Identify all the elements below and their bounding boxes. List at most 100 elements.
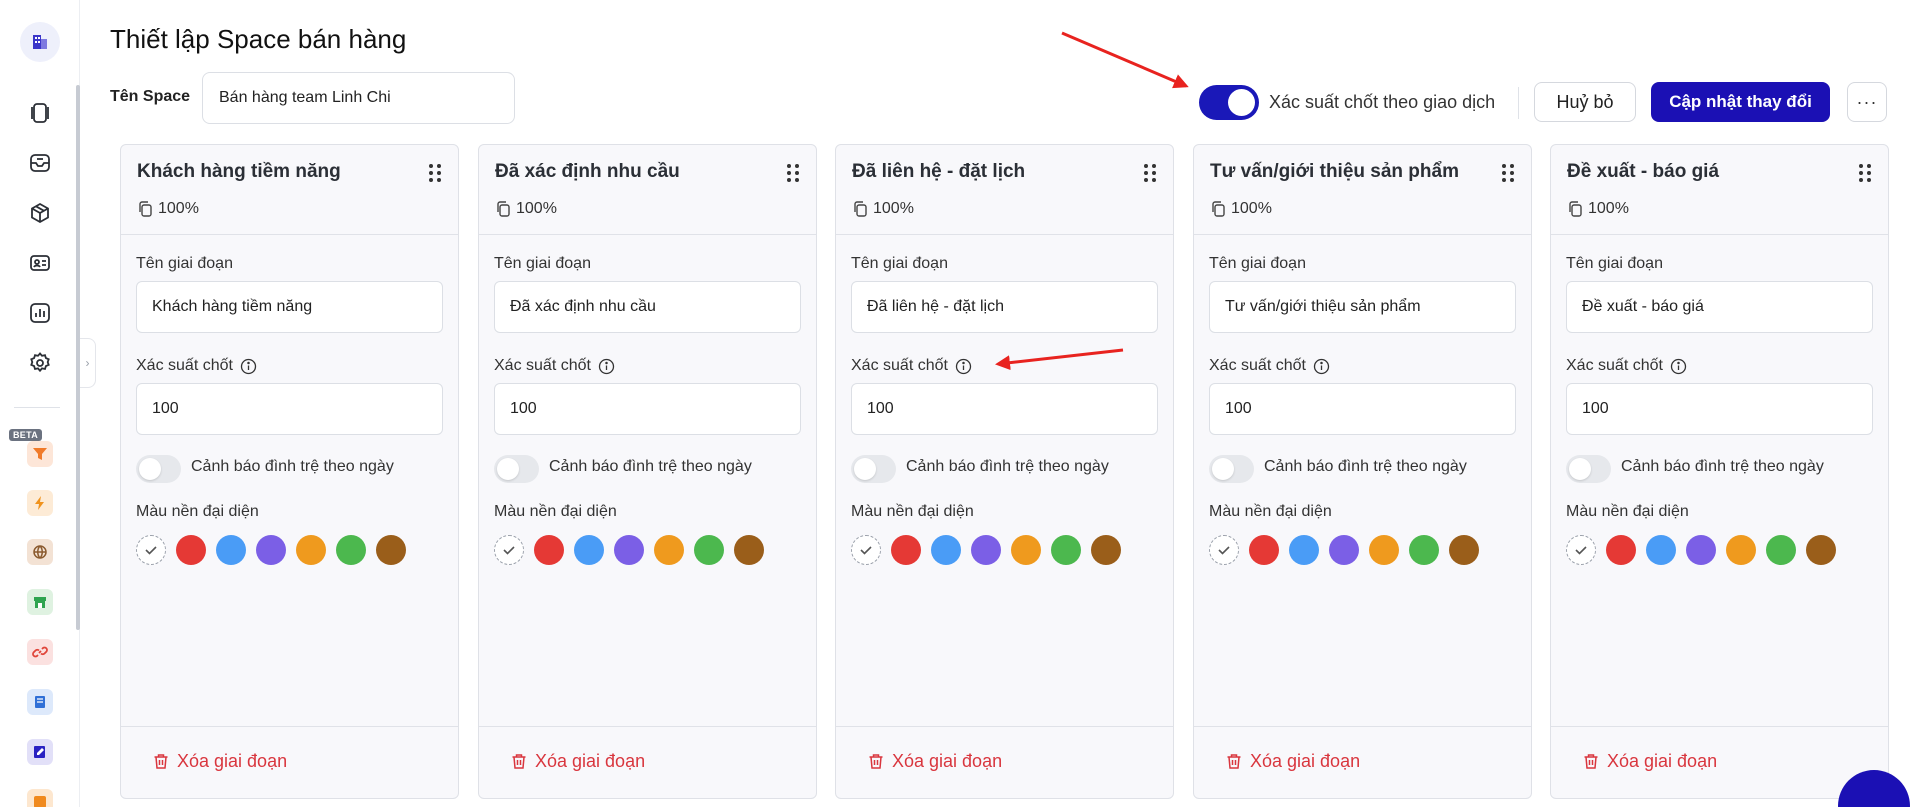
color-swatch[interactable]	[734, 535, 764, 565]
building-icon	[33, 35, 47, 49]
sidebar-collapse-toggle[interactable]: ›	[80, 338, 96, 388]
drag-handle-icon[interactable]	[786, 163, 800, 183]
probability-input[interactable]	[1566, 383, 1873, 435]
package-icon[interactable]	[25, 198, 55, 228]
stagnation-warning-toggle[interactable]	[494, 455, 539, 483]
color-swatch[interactable]	[1726, 535, 1756, 565]
delete-stage-button[interactable]: Xóa giai đoạn	[1226, 751, 1360, 772]
book-app-icon[interactable]	[27, 689, 53, 715]
color-swatch[interactable]	[1011, 535, 1041, 565]
probability-input[interactable]	[136, 383, 443, 435]
probability-input[interactable]	[851, 383, 1158, 435]
color-label-text: Màu nền đại diện	[1566, 503, 1689, 520]
deal-probability-toggle[interactable]	[1199, 85, 1259, 120]
info-icon[interactable]	[240, 358, 257, 375]
color-swatch[interactable]	[534, 535, 564, 565]
globe-app-icon[interactable]	[27, 539, 53, 565]
swatch-none[interactable]	[1209, 535, 1239, 565]
delete-stage-label: Xóa giai đoạn	[535, 751, 646, 771]
color-swatch[interactable]	[1766, 535, 1796, 565]
delete-stage-button[interactable]: Xóa giai đoạn	[153, 751, 287, 772]
delete-stage-button[interactable]: Xóa giai đoạn	[868, 751, 1002, 772]
stage-name-input[interactable]	[851, 281, 1158, 333]
color-swatch[interactable]	[336, 535, 366, 565]
color-swatch[interactable]	[931, 535, 961, 565]
drag-handle-icon[interactable]	[428, 163, 442, 183]
drag-handle-icon[interactable]	[1143, 163, 1157, 183]
swatch-none[interactable]	[1566, 535, 1596, 565]
update-changes-button[interactable]: Cập nhật thay đổi	[1651, 82, 1830, 122]
color-swatch[interactable]	[1606, 535, 1636, 565]
funnel-app-icon[interactable]	[27, 441, 53, 467]
settings-gear-icon[interactable]	[25, 348, 55, 378]
stagnation-warning-toggle[interactable]	[1209, 455, 1254, 483]
check-icon	[503, 546, 515, 555]
stage-name-input[interactable]	[494, 281, 801, 333]
color-swatch[interactable]	[1091, 535, 1121, 565]
workspace-logo[interactable]	[20, 22, 60, 62]
stage-card: Đã xác định nhu cầu 100% Tên giai đoạn Xác …	[478, 144, 817, 799]
color-swatch[interactable]	[296, 535, 326, 565]
swatch-none[interactable]	[136, 535, 166, 565]
contact-card-icon[interactable]	[25, 248, 55, 278]
color-swatch[interactable]	[971, 535, 1001, 565]
cancel-button[interactable]: Huỷ bỏ	[1534, 82, 1636, 122]
stagnation-warning-toggle[interactable]	[136, 455, 181, 483]
color-label: Màu nền đại diện	[136, 503, 259, 521]
drag-handle-icon[interactable]	[1858, 163, 1872, 183]
color-swatch[interactable]	[1369, 535, 1399, 565]
edit-note-app-icon[interactable]	[27, 739, 53, 765]
stage-percent-value: 100%	[158, 200, 199, 217]
color-swatch[interactable]	[891, 535, 921, 565]
color-swatch[interactable]	[1686, 535, 1716, 565]
color-label: Màu nền đại diện	[494, 503, 617, 521]
orange-app-icon[interactable]	[27, 789, 53, 807]
color-swatch[interactable]	[1051, 535, 1081, 565]
color-swatch[interactable]	[694, 535, 724, 565]
color-swatch[interactable]	[654, 535, 684, 565]
link-app-icon[interactable]	[27, 639, 53, 665]
report-chart-icon[interactable]	[25, 298, 55, 328]
color-swatch[interactable]	[176, 535, 206, 565]
stage-name-input[interactable]	[1566, 281, 1873, 333]
swatch-none[interactable]	[851, 535, 881, 565]
probability-input[interactable]	[494, 383, 801, 435]
swatch-none[interactable]	[494, 535, 524, 565]
drag-handle-icon[interactable]	[1501, 163, 1515, 183]
color-swatch[interactable]	[256, 535, 286, 565]
pages-icon[interactable]	[25, 98, 55, 128]
info-icon[interactable]	[1313, 358, 1330, 375]
stage-name-input[interactable]	[136, 281, 443, 333]
more-options-button[interactable]: ···	[1847, 82, 1887, 122]
info-icon[interactable]	[955, 358, 972, 375]
stagnation-warning-toggle[interactable]	[1566, 455, 1611, 483]
color-swatch[interactable]	[614, 535, 644, 565]
color-swatch[interactable]	[1329, 535, 1359, 565]
stage-card-header: Tư vấn/giới thiệu sản phẩm 100%	[1194, 145, 1531, 235]
stage-percent-value: 100%	[873, 200, 914, 217]
color-swatch[interactable]	[1646, 535, 1676, 565]
color-swatch[interactable]	[574, 535, 604, 565]
space-name-input[interactable]	[202, 72, 515, 124]
color-swatch-row	[1566, 535, 1836, 565]
info-icon[interactable]	[1670, 358, 1687, 375]
stage-percent: 100%	[1210, 200, 1272, 218]
stage-name-label: Tên giai đoạn	[494, 255, 591, 273]
color-swatch[interactable]	[1449, 535, 1479, 565]
store-app-icon[interactable]	[27, 589, 53, 615]
color-swatch[interactable]	[1249, 535, 1279, 565]
info-icon[interactable]	[598, 358, 615, 375]
probability-input[interactable]	[1209, 383, 1516, 435]
stage-name-input[interactable]	[1209, 281, 1516, 333]
color-swatch[interactable]	[1806, 535, 1836, 565]
lightning-app-icon[interactable]	[27, 490, 53, 516]
color-swatch[interactable]	[1409, 535, 1439, 565]
delete-stage-button[interactable]: Xóa giai đoạn	[511, 751, 645, 772]
color-swatch[interactable]	[376, 535, 406, 565]
color-swatch[interactable]	[216, 535, 246, 565]
delete-stage-button[interactable]: Xóa giai đoạn	[1583, 751, 1717, 772]
stage-percent-value: 100%	[1231, 200, 1272, 217]
stagnation-warning-toggle[interactable]	[851, 455, 896, 483]
color-swatch[interactable]	[1289, 535, 1319, 565]
inbox-icon[interactable]	[25, 148, 55, 178]
